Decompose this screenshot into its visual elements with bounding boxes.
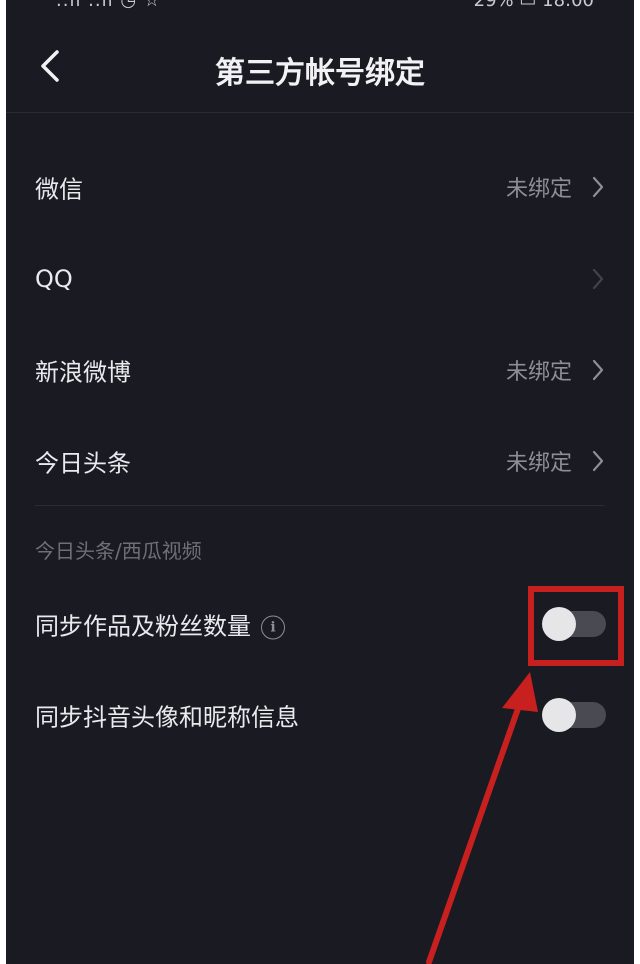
sync-label: 同步抖音头像和昵称信息 (35, 703, 299, 732)
account-label: 微信 (35, 175, 83, 204)
toggle-knob (542, 698, 576, 732)
chevron-right-icon (592, 450, 604, 472)
sync-label: 同步作品及粉丝数量 (35, 612, 251, 641)
nav-header: 第三方帐号绑定 (6, 20, 634, 113)
account-row-toutiao[interactable]: 今日头条 未绑定 (6, 415, 634, 507)
page-title: 第三方帐号绑定 (215, 56, 425, 91)
info-icon[interactable]: i (261, 615, 285, 640)
account-row-wechat[interactable]: 微信 未绑定 (6, 141, 634, 233)
account-row-qq[interactable]: QQ (6, 233, 634, 325)
chevron-right-icon (592, 176, 604, 198)
section-header: 今日头条/西瓜视频 (35, 539, 202, 563)
section-divider (35, 505, 604, 506)
chevron-right-icon (592, 268, 604, 290)
sync-row-avatar-nickname: 同步抖音头像和昵称信息 (6, 669, 634, 761)
sync-label-wrapper: 同步作品及粉丝数量 i (35, 607, 285, 642)
account-status: 未绑定 (505, 451, 572, 476)
account-label: 新浪微博 (35, 358, 131, 387)
account-label: QQ (35, 265, 73, 293)
status-bar: ..ll ..ll ◷ ☆ 29% ▭ 18:00 (6, 0, 634, 16)
account-status: 未绑定 (505, 177, 572, 202)
phone-screen: ..ll ..ll ◷ ☆ 29% ▭ 18:00 第三方帐号绑定 微信 未绑定… (6, 0, 634, 964)
status-right: 29% ▭ 18:00 (473, 0, 594, 11)
annotation-highlight-box (528, 586, 624, 666)
chevron-right-icon (592, 359, 604, 381)
account-label: 今日头条 (35, 449, 131, 478)
account-row-weibo[interactable]: 新浪微博 未绑定 (6, 324, 634, 416)
account-status: 未绑定 (505, 360, 572, 385)
sync-avatar-toggle[interactable] (542, 698, 606, 732)
status-left: ..ll ..ll ◷ ☆ (56, 0, 161, 11)
